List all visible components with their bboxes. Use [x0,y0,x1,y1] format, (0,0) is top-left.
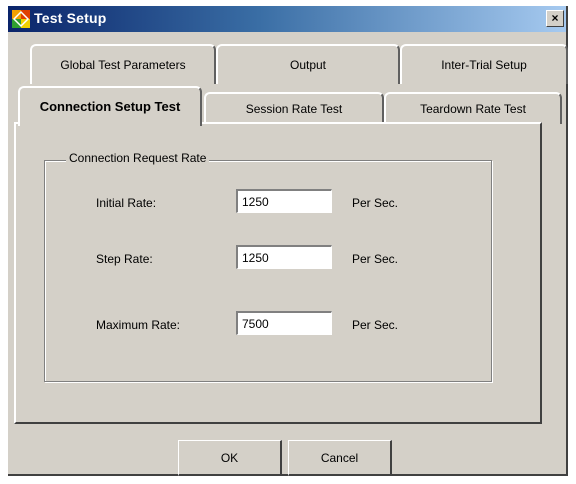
tab-label: Inter-Trial Setup [441,58,527,72]
maximum-rate-unit: Per Sec. [352,318,399,332]
cancel-button-label: Cancel [320,450,359,465]
tab-label: Output [289,58,327,72]
close-button[interactable]: × [546,10,564,27]
tab-label: Teardown Rate Test [420,102,526,116]
step-rate-unit: Per Sec. [352,252,399,266]
test-setup-app-icon [12,10,30,28]
tab-inter-trial-setup[interactable]: Inter-Trial Setup [400,44,568,84]
tab-global-test-parameters[interactable]: Global Test Parameters [30,44,216,84]
group-title: Connection Request Rate [66,151,210,165]
maximum-rate-input[interactable] [236,311,332,335]
tab-label: Connection Setup Test [39,99,181,114]
title-bar[interactable]: Test Setup × [8,6,566,32]
step-rate-input[interactable] [236,245,332,269]
initial-rate-unit: Per Sec. [352,196,399,210]
tab-connection-setup-test[interactable]: Connection Setup Test [18,86,202,126]
initial-rate-input[interactable] [236,189,332,213]
step-rate-label: Step Rate: [96,252,153,266]
ok-button[interactable]: OK [178,440,282,476]
initial-rate-label: Initial Rate: [96,196,157,210]
tab-output[interactable]: Output [216,44,400,84]
close-icon: × [551,11,559,25]
tab-session-rate-test[interactable]: Session Rate Test [204,92,384,124]
tab-label: Global Test Parameters [60,58,186,72]
ok-button-label: OK [220,450,239,465]
tab-teardown-rate-test[interactable]: Teardown Rate Test [384,92,562,124]
maximum-rate-label: Maximum Rate: [96,318,181,332]
window-title: Test Setup [34,10,107,26]
tab-label: Session Rate Test [245,102,343,116]
cancel-button[interactable]: Cancel [288,440,392,476]
